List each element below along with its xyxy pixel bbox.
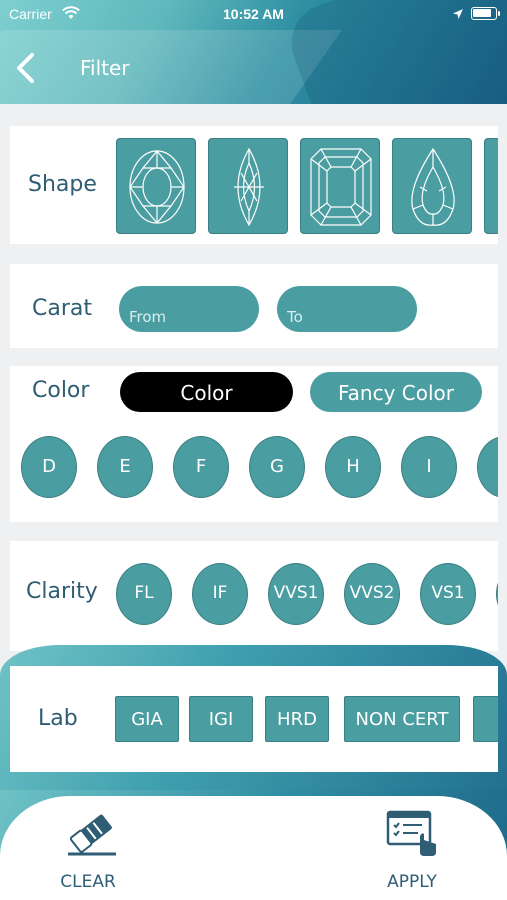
lab-label: Lab xyxy=(38,706,78,731)
color-label: Color xyxy=(32,378,90,403)
back-chevron-icon[interactable] xyxy=(12,52,40,84)
clarity-grade-vs1[interactable]: VS1 xyxy=(420,563,476,625)
lab-option-partial[interactable] xyxy=(473,696,498,742)
lab-option-hrd[interactable]: HRD xyxy=(265,696,329,742)
color-grade-partial[interactable] xyxy=(477,436,498,498)
clear-button-label: CLEAR xyxy=(60,872,116,892)
marquise-shape-icon[interactable] xyxy=(208,138,288,234)
color-toggle-button[interactable]: Color xyxy=(120,372,293,412)
lab-option-gia[interactable]: GIA xyxy=(115,696,179,742)
color-grade-i[interactable]: I xyxy=(401,436,457,498)
pear-shape-icon[interactable] xyxy=(392,138,472,234)
shape-label: Shape xyxy=(28,172,97,197)
oval-shape-icon[interactable] xyxy=(116,138,196,234)
clarity-grade-vvs2[interactable]: VVS2 xyxy=(344,563,400,625)
color-section: Color Color Fancy Color D E F G H I xyxy=(10,366,498,522)
battery-icon xyxy=(471,7,500,20)
carat-to-input[interactable] xyxy=(277,286,417,332)
clarity-grade-partial[interactable] xyxy=(496,563,498,625)
apply-button-label: APPLY xyxy=(387,872,437,892)
clarity-label: Clarity xyxy=(26,579,98,604)
emerald-shape-icon[interactable] xyxy=(300,138,380,234)
status-bar: Carrier 10:52 AM xyxy=(0,0,507,28)
clarity-grade-fl[interactable]: FL xyxy=(116,563,172,625)
lab-section: Lab GIA IGI HRD NON CERT xyxy=(10,666,498,772)
lab-option-non-cert[interactable]: NON CERT xyxy=(344,696,460,742)
clarity-section: Clarity FL IF VVS1 VVS2 VS1 xyxy=(10,541,498,651)
apply-button[interactable]: APPLY xyxy=(352,806,472,896)
color-grade-h[interactable]: H xyxy=(325,436,381,498)
carat-from-input[interactable] xyxy=(119,286,259,332)
eraser-icon xyxy=(68,814,116,856)
carat-label: Carat xyxy=(32,296,92,321)
color-grade-f[interactable]: F xyxy=(173,436,229,498)
clarity-grade-if[interactable]: IF xyxy=(192,563,248,625)
clock: 10:52 AM xyxy=(223,6,284,22)
page-title: Filter xyxy=(80,56,130,80)
shape-section: Shape xyxy=(10,126,498,244)
color-grade-d[interactable]: D xyxy=(21,436,77,498)
fancy-color-toggle-button[interactable]: Fancy Color xyxy=(310,372,482,412)
lab-option-igi[interactable]: IGI xyxy=(189,696,253,742)
color-grade-g[interactable]: G xyxy=(249,436,305,498)
location-arrow-icon xyxy=(452,7,464,23)
apply-checklist-icon xyxy=(386,810,436,856)
clarity-grade-vvs1[interactable]: VVS1 xyxy=(268,563,324,625)
shape-tile-partial[interactable] xyxy=(484,138,498,234)
color-grade-e[interactable]: E xyxy=(97,436,153,498)
clear-button[interactable]: CLEAR xyxy=(28,806,148,896)
carat-section: Carat xyxy=(10,264,498,348)
